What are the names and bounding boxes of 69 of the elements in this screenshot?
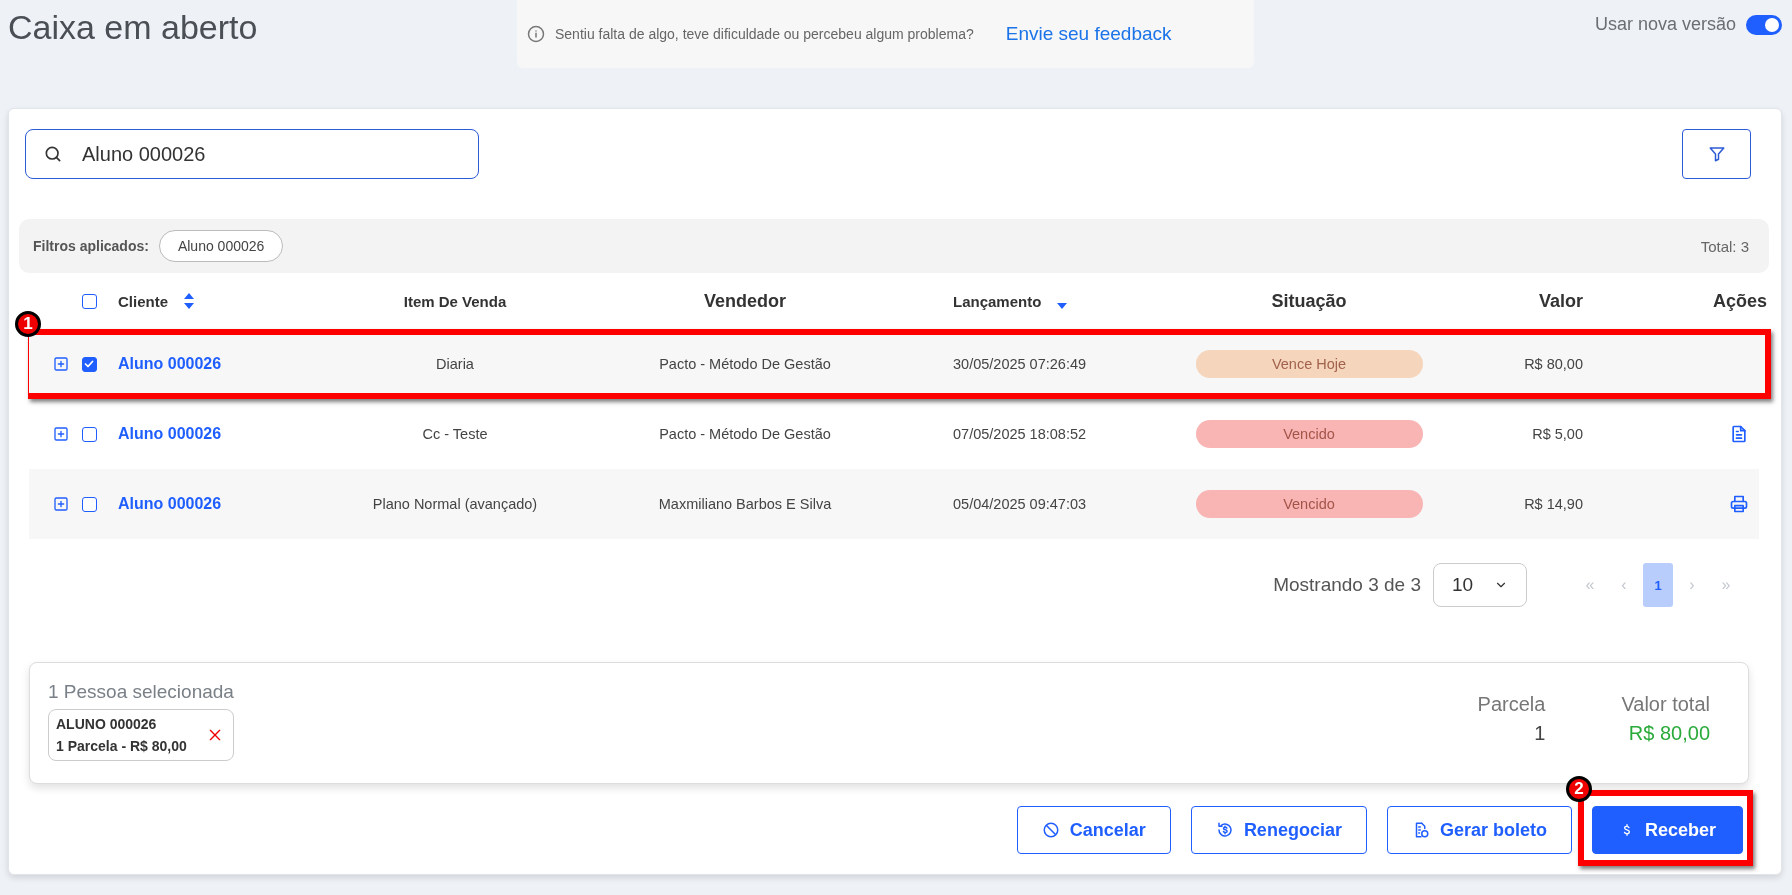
feedback-link[interactable]: Envie seu feedback xyxy=(1005,23,1172,45)
info-icon xyxy=(527,25,545,43)
table-cell: R$ 5,00 xyxy=(1532,426,1583,442)
checkbox[interactable] xyxy=(81,496,97,512)
column-header[interactable]: Lançamento xyxy=(881,292,1070,310)
search-icon xyxy=(43,144,63,164)
table-cell-text: 07/05/2025 18:08:52 xyxy=(952,426,1087,442)
expand-icon[interactable] xyxy=(53,496,69,512)
total-count: Total: 3 xyxy=(1700,237,1749,255)
table-cell: R$ 80,00 xyxy=(1524,356,1583,372)
column-header[interactable]: Ações xyxy=(1712,290,1767,312)
table-cell: Plano Normal (avançado) xyxy=(372,496,538,512)
person-name: ALUNO 000026 xyxy=(56,716,158,732)
checkbox[interactable] xyxy=(81,426,97,442)
document-icon[interactable] xyxy=(1729,424,1749,444)
summary-label: Parcela xyxy=(1477,693,1546,716)
status-pill: Vencido xyxy=(1195,490,1423,518)
callout-badge: 1 xyxy=(15,311,41,337)
generate-boleto-button[interactable]: Gerar boleto xyxy=(1386,806,1572,854)
expand-icon[interactable] xyxy=(53,356,69,372)
column-header[interactable]: Vendedor xyxy=(704,290,786,312)
checkbox[interactable] xyxy=(81,293,97,309)
filter-chip[interactable]: Aluno 000026 xyxy=(158,230,284,262)
printer-icon[interactable] xyxy=(1729,494,1749,514)
filter-button[interactable] xyxy=(1682,129,1751,179)
table-cell-text: 30/05/2025 07:26:49 xyxy=(952,356,1087,372)
ban-icon xyxy=(1041,821,1060,839)
renegotiate-button[interactable]: Renegociar xyxy=(1190,806,1367,854)
cancel-button[interactable]: Cancelar xyxy=(1016,806,1171,854)
table-row[interactable]: Aluno 000026 Cc - Teste Pacto - Método De Gestão 07/05/2025 18:08:52 Vencido R$ 5,00 xyxy=(29,399,1759,469)
column-header[interactable]: Item De Venda xyxy=(403,292,507,310)
client-link[interactable]: Aluno 000026 xyxy=(105,425,222,443)
table-cell: Diaria xyxy=(436,356,474,372)
callout-badge: 2 xyxy=(1565,776,1592,802)
page-title: Caixa em aberto xyxy=(7,7,259,47)
toggle-label: Usar nova versão xyxy=(1594,14,1736,35)
page-size-select[interactable]: 10 xyxy=(1433,563,1527,607)
dollar-cycle-icon xyxy=(1215,821,1234,839)
table-cell-text: 05/04/2025 09:47:03 xyxy=(952,496,1087,512)
client-link[interactable]: Aluno 000026 xyxy=(105,495,222,513)
sort-descending-icon xyxy=(1055,300,1070,310)
summary-total: R$ 80,00 xyxy=(1628,722,1710,745)
table-row[interactable]: Aluno 000026 Plano Normal (avançado) Maxmiliano Barbos E Silva 05/04/2025 09:47:03 Vencido R$ 14,90 xyxy=(29,469,1759,539)
table-cell: R$ 14,90 xyxy=(1524,496,1583,512)
filters-label: Filtros aplicados: xyxy=(33,238,149,254)
status-pill: Vencido xyxy=(1195,420,1423,448)
status-pill: Vence Hoje xyxy=(1195,350,1423,378)
person-detail: 1 Parcela - R$ 80,00 xyxy=(56,738,187,754)
column-header[interactable]: Valor xyxy=(1538,290,1583,312)
filter-icon xyxy=(1707,145,1726,163)
feedback-message: Sentiu falta de algo, teve dificuldade ou percebeu algum problema? xyxy=(555,26,974,42)
receive-button[interactable]: Receber xyxy=(1591,806,1743,854)
summary-value: 1 xyxy=(1534,722,1546,745)
selection-title: 1 Pessoa selecionada xyxy=(48,681,234,703)
table-row[interactable]: Aluno 000026 Diaria Pacto - Método De Gestão 30/05/2025 07:26:49 Vence Hoje R$ 80,00 xyxy=(29,335,1765,393)
results-count: Mostrando 3 de 3 xyxy=(1273,574,1421,596)
table-cell: Pacto - Método De Gestão xyxy=(659,426,831,442)
column-header[interactable]: Situação xyxy=(1271,290,1347,312)
table-cell: Cc - Teste xyxy=(422,426,488,442)
version-toggle[interactable] xyxy=(1746,14,1782,35)
table-cell: Pacto - Método De Gestão xyxy=(659,356,831,372)
summary-label: Valor total xyxy=(1621,693,1710,716)
sort-icon xyxy=(182,292,196,310)
table-cell: Maxmiliano Barbos E Silva xyxy=(658,496,832,512)
checkbox[interactable] xyxy=(81,356,97,372)
search-field[interactable]: Aluno 000026 xyxy=(25,129,479,179)
expand-icon[interactable] xyxy=(53,426,69,442)
client-link[interactable]: Aluno 000026 xyxy=(105,355,222,373)
column-header[interactable]: Cliente xyxy=(105,292,196,310)
